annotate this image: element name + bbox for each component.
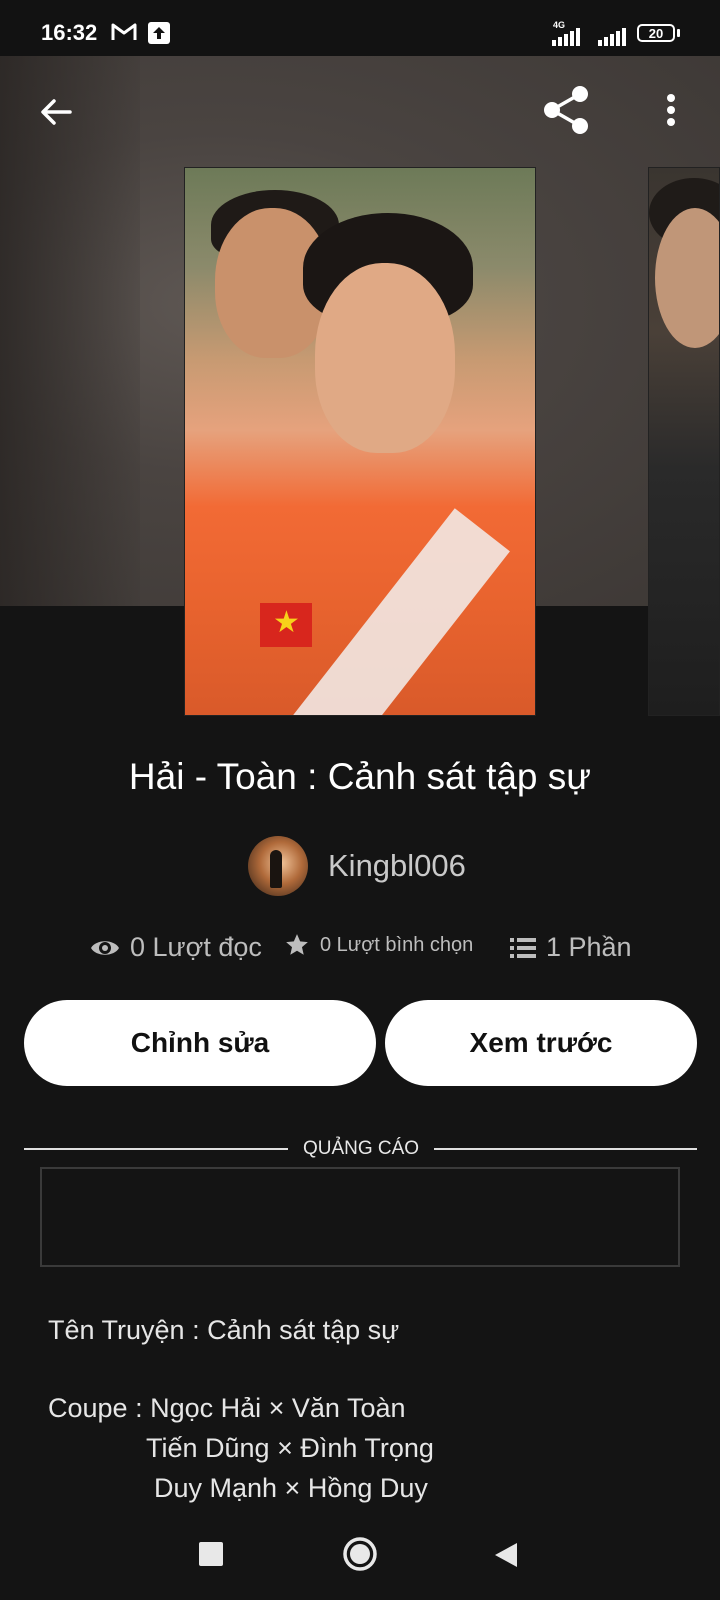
story-stats: 0 Lượt đọc 0 Lượt bình chọn 1 Phần: [90, 932, 650, 972]
back-icon[interactable]: [493, 1541, 519, 1569]
edit-button[interactable]: Chỉnh sửa: [24, 1000, 376, 1086]
share-icon[interactable]: [542, 84, 594, 136]
recents-icon[interactable]: [199, 1542, 223, 1566]
description-line: Tiến Dũng × Đình Trọng: [146, 1433, 434, 1463]
ad-label: QUẢNG CÁO: [302, 1138, 420, 1159]
gmail-icon: [111, 23, 137, 40]
preview-button[interactable]: Xem trước: [385, 1000, 697, 1086]
back-arrow-icon[interactable]: [36, 92, 76, 132]
description-line: Duy Mạnh × Hồng Duy: [154, 1473, 428, 1503]
hero-background-shade: [0, 56, 140, 606]
signal-icon: [598, 24, 626, 46]
upload-icon: [148, 22, 170, 44]
author-name[interactable]: Kingbl006: [328, 848, 466, 884]
next-story-cover-image[interactable]: [648, 167, 720, 716]
avatar[interactable]: [248, 836, 308, 896]
author-row[interactable]: Kingbl006: [248, 836, 466, 896]
story-cover-image[interactable]: ★: [184, 167, 536, 716]
parts-count: 1 Phần: [546, 932, 632, 962]
list-icon: [510, 937, 536, 958]
description-line: Coupe : Ngọc Hải × Văn Toàn: [48, 1393, 406, 1423]
battery-icon: 20: [637, 24, 675, 42]
ad-banner[interactable]: [40, 1167, 680, 1267]
parts-stat: 1 Phần: [510, 932, 632, 963]
battery-level: 20: [648, 25, 664, 41]
eye-icon: [91, 940, 119, 955]
description-gap: [48, 1350, 434, 1388]
star-icon: [286, 934, 308, 955]
ad-divider: [24, 1148, 288, 1150]
reads-count: 0 Lượt đọc: [130, 932, 262, 962]
votes-stat: 0 Lượt bình chọn: [284, 932, 473, 958]
status-bar: 16:32 4G 20: [0, 0, 720, 56]
cover-photo-detail: ★: [273, 606, 300, 639]
story-description: Tên Truyện : Cảnh sát tập sự Coupe : Ngọ…: [48, 1310, 434, 1508]
ad-divider: [434, 1148, 697, 1150]
story-title: Hải - Toàn : Cảnh sát tập sự: [128, 756, 592, 797]
more-vert-icon[interactable]: [656, 92, 686, 132]
cover-photo-detail: [315, 263, 455, 453]
signal-icon: [552, 24, 580, 46]
status-time: 16:32: [41, 20, 98, 45]
description-line: Tên Truyện : Cảnh sát tập sự: [48, 1315, 400, 1345]
home-icon[interactable]: [342, 1536, 378, 1572]
battery-tip: [677, 29, 680, 37]
votes-count: 0 Lượt bình chọn: [320, 933, 474, 956]
reads-stat: 0 Lượt đọc: [90, 932, 262, 963]
